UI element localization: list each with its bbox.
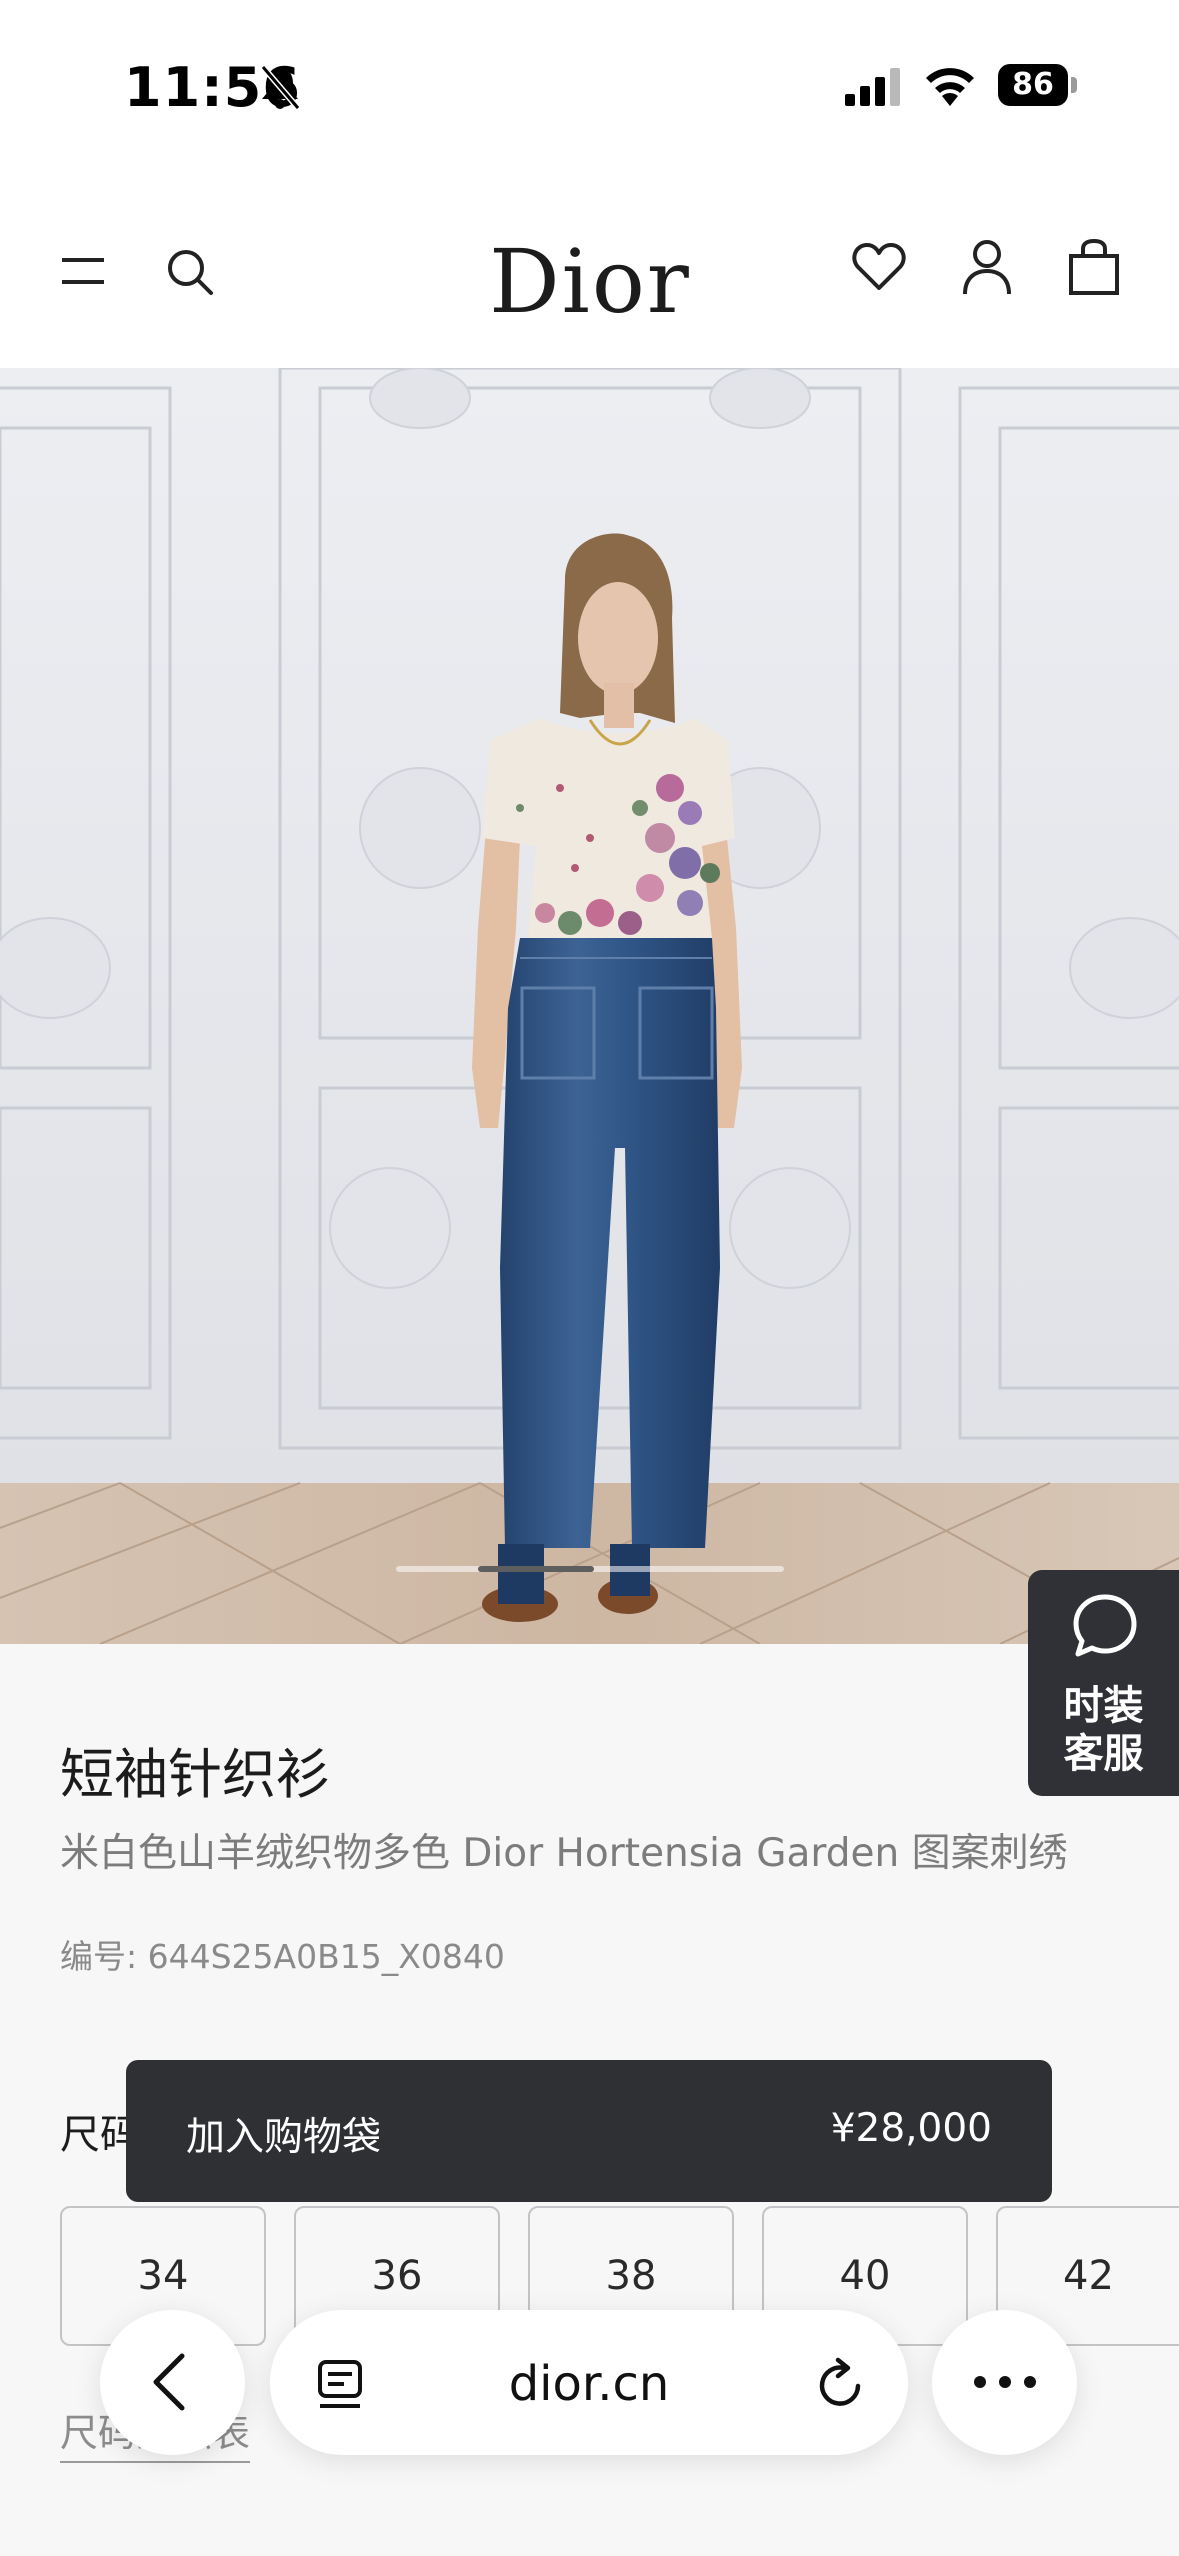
shopping-bag-icon[interactable] bbox=[1068, 238, 1120, 296]
wifi-icon bbox=[926, 68, 974, 106]
add-to-bag-label: 加入购物袋 bbox=[186, 2115, 382, 2160]
status-bar: 11:56 86 bbox=[0, 0, 1179, 170]
brand-logo[interactable]: Dior bbox=[480, 232, 700, 332]
model-photo bbox=[0, 368, 1179, 1644]
site-header: Dior bbox=[0, 170, 1179, 368]
more-dots-icon bbox=[974, 2376, 1036, 2388]
product-description: 米白色山羊绒织物多色 Dior Hortensia Garden 图案刺绣 bbox=[60, 1831, 1068, 1876]
customer-service-label: 时装 客服 bbox=[1063, 1683, 1144, 1777]
heart-icon[interactable] bbox=[852, 242, 906, 292]
product-title: 短袖针织衫 bbox=[60, 1743, 330, 1806]
chevron-left-icon bbox=[153, 2353, 185, 2411]
browser-more-button[interactable] bbox=[932, 2310, 1077, 2455]
menu-icon[interactable] bbox=[60, 256, 106, 286]
carousel-position-indicator bbox=[477, 1566, 594, 1572]
url-text: dior.cn bbox=[508, 2356, 670, 2412]
battery-cap bbox=[1071, 77, 1077, 93]
product-price: ¥28,000 bbox=[830, 2106, 992, 2151]
reload-icon[interactable] bbox=[814, 2356, 866, 2412]
user-icon[interactable] bbox=[962, 238, 1012, 296]
chat-bubble-icon bbox=[1073, 1594, 1137, 1657]
browser-back-button[interactable] bbox=[100, 2310, 245, 2455]
browser-address-bar[interactable]: dior.cn bbox=[270, 2310, 908, 2455]
product-hero-image[interactable] bbox=[0, 368, 1179, 1644]
cellular-signal-icon bbox=[845, 68, 900, 106]
battery-indicator: 86 bbox=[998, 64, 1068, 106]
add-to-bag-button[interactable]: 加入购物袋 ¥28,000 bbox=[126, 2060, 1052, 2202]
product-sku: 编号: 644S25A0B15_X0840 bbox=[60, 1937, 505, 1976]
search-icon[interactable] bbox=[166, 248, 216, 298]
customer-service-button[interactable]: 时装 客服 bbox=[1028, 1570, 1179, 1796]
bell-slash-icon bbox=[260, 65, 301, 110]
